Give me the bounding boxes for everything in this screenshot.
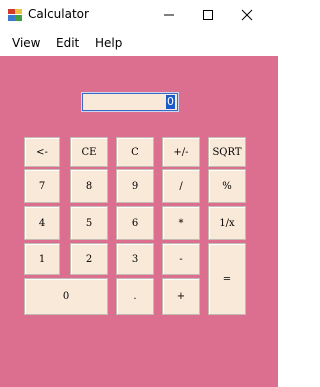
close-button[interactable] [230, 0, 264, 30]
equals-button[interactable]: = [208, 243, 246, 315]
divide-button[interactable]: / [162, 169, 200, 203]
sqrt-button[interactable]: SQRT [208, 137, 246, 167]
minimize-icon [164, 14, 174, 16]
percent-button[interactable]: % [208, 169, 246, 203]
backspace-button[interactable]: <- [24, 137, 60, 167]
digit-5-button[interactable]: 5 [70, 206, 108, 240]
maximize-button[interactable] [191, 0, 225, 30]
digit-7-button[interactable]: 7 [24, 169, 60, 203]
menu-bar: View Edit Help [0, 30, 278, 56]
window-title: Calculator [28, 7, 89, 21]
digit-0-button[interactable]: 0 [24, 278, 108, 315]
title-bar[interactable]: Calculator [0, 0, 278, 30]
decimal-button[interactable]: . [116, 278, 154, 315]
digit-9-button[interactable]: 9 [116, 169, 154, 203]
menu-view[interactable]: View [12, 36, 40, 50]
digit-1-button[interactable]: 1 [24, 243, 60, 275]
negate-button[interactable]: +/- [162, 137, 200, 167]
digit-8-button[interactable]: 8 [70, 169, 108, 203]
menu-edit[interactable]: Edit [56, 36, 79, 50]
calculator-panel: 0 <- CE C +/- SQRT 7 8 9 / % 4 5 6 * 1/x… [0, 56, 278, 387]
clear-entry-button[interactable]: CE [70, 137, 108, 167]
minimize-button[interactable] [152, 0, 186, 30]
subtract-button[interactable]: - [162, 243, 200, 275]
display-field[interactable]: 0 [81, 92, 179, 112]
close-icon [241, 9, 253, 21]
calculator-app-icon [8, 7, 22, 21]
digit-2-button[interactable]: 2 [70, 243, 108, 275]
menu-help[interactable]: Help [95, 36, 122, 50]
multiply-button[interactable]: * [162, 206, 200, 240]
digit-4-button[interactable]: 4 [24, 206, 60, 240]
reciprocal-button[interactable]: 1/x [208, 206, 246, 240]
digit-3-button[interactable]: 3 [116, 243, 154, 275]
digit-6-button[interactable]: 6 [116, 206, 154, 240]
display-value: 0 [166, 95, 175, 109]
maximize-icon [203, 10, 213, 20]
add-button[interactable]: + [162, 278, 200, 315]
clear-button[interactable]: C [116, 137, 154, 167]
